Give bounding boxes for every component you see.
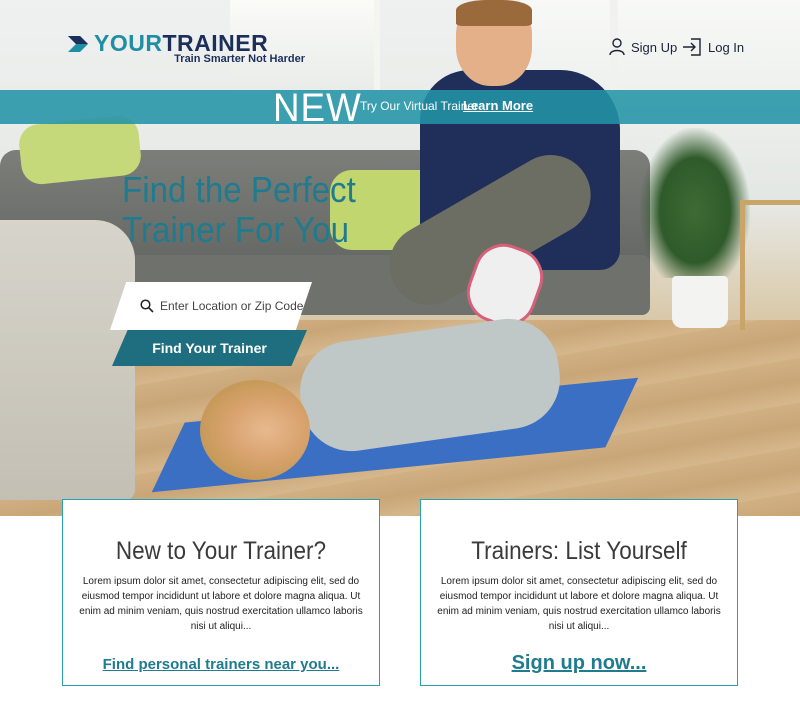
sign-up-now-link[interactable]: Sign up now... xyxy=(512,652,647,675)
hero-headline: Find the Perfect Trainer For You xyxy=(122,170,398,250)
learn-more-link[interactable]: Learn More xyxy=(463,98,533,113)
find-your-trainer-button[interactable]: Find Your Trainer xyxy=(112,330,307,366)
log-in-link[interactable]: Log In xyxy=(682,38,744,56)
log-in-label: Log In xyxy=(708,39,745,55)
hero-background-photo xyxy=(0,0,800,516)
hero-headline-line-1: Find the Perfect xyxy=(122,169,356,210)
card-body: Lorem ipsum dolor sit amet, consectetur … xyxy=(79,576,363,632)
location-search-input[interactable] xyxy=(160,299,310,313)
sign-up-link[interactable]: Sign Up xyxy=(609,38,677,56)
logo-word-your: YOUR xyxy=(94,30,163,56)
promo-text: Try Our Virtual Trainer xyxy=(360,99,479,113)
trainer-hair xyxy=(456,0,532,26)
promo-new-badge: NEW xyxy=(273,86,362,130)
search-icon xyxy=(140,299,154,313)
location-search-box[interactable] xyxy=(110,282,312,330)
chevron-right-icon xyxy=(68,36,88,52)
new-user-card: New to Your Trainer? Lorem ipsum dolor s… xyxy=(62,499,380,686)
find-trainers-link[interactable]: Find personal trainers near you... xyxy=(103,656,340,673)
plant xyxy=(640,128,750,278)
card-title: Trainers: List Yourself xyxy=(471,537,687,565)
hero-headline-line-2: Trainer For You xyxy=(122,209,350,250)
login-arrow-icon xyxy=(683,38,701,56)
chair xyxy=(740,200,800,330)
sign-up-label: Sign Up xyxy=(631,39,678,55)
user-icon xyxy=(609,38,625,56)
plant-pot xyxy=(672,276,728,328)
trainer-signup-card: Trainers: List Yourself Lorem ipsum dolo… xyxy=(420,499,738,686)
card-title: New to Your Trainer? xyxy=(115,537,327,565)
card-body: Lorem ipsum dolor sit amet, consectetur … xyxy=(437,576,721,632)
logo-tagline: Train Smarter Not Harder xyxy=(174,53,305,65)
client-head xyxy=(200,380,310,480)
